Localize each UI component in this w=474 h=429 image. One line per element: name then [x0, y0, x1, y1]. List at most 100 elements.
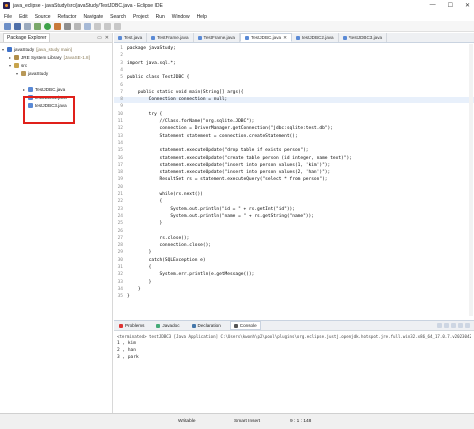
close-panel-icon[interactable]: ✕ — [105, 35, 109, 41]
line-number: 5 — [120, 75, 123, 81]
remove-launch-icon[interactable] — [444, 323, 449, 328]
editor-scrollbar[interactable] — [469, 44, 473, 316]
tree-item-jre[interactable]: ▸ JRE System Library [JavaSE-1.8] — [0, 53, 113, 61]
code-line[interactable]: 20 — [114, 185, 474, 191]
tab-testframe[interactable]: TestFrame.java — [147, 33, 194, 42]
minimize-button[interactable]: — — [430, 2, 436, 9]
code-line[interactable]: 15 statement.executeUpdate("drop table i… — [114, 148, 474, 154]
code-line[interactable]: 8 Connection connection = null; — [114, 97, 474, 104]
package-explorer-tab[interactable]: Package Explorer — [3, 33, 51, 42]
new-icon[interactable] — [4, 22, 11, 30]
tab-testjdbc3[interactable]: *testJDBC3.java — [339, 33, 388, 42]
clear-console-icon[interactable] — [451, 323, 456, 328]
code-line[interactable]: 34 } — [114, 287, 474, 293]
code-area[interactable]: 1 package javaStudy; 2 3 import java.sql.*; 4… — [114, 44, 474, 316]
code-line[interactable]: 17 statement.executeUpdate("insert into … — [114, 163, 474, 169]
code-line[interactable]: 26 — [114, 229, 474, 235]
code-line[interactable]: 16 statement.executeUpdate("create table… — [114, 156, 474, 162]
code-text: } — [127, 250, 152, 256]
code-line[interactable]: 18 statement.executeUpdate("insert into … — [114, 170, 474, 176]
save-all-icon[interactable] — [24, 22, 31, 30]
tab-testjdbc2[interactable]: testJDBC2.java — [292, 33, 339, 42]
search-icon[interactable] — [84, 22, 91, 30]
menu-search[interactable]: Search — [110, 14, 126, 20]
code-text: System.out.println("id = " + rs.getInt("… — [127, 206, 295, 212]
back-icon[interactable] — [104, 22, 111, 30]
pin-console-icon[interactable] — [465, 323, 470, 328]
code-line[interactable]: 22 { — [114, 199, 474, 205]
maximize-button[interactable]: ☐ — [448, 2, 453, 9]
tab-declaration[interactable]: Declaration — [189, 322, 224, 329]
next-annotation-icon[interactable] — [94, 22, 101, 30]
tree-item-src[interactable]: ▾ src — [0, 61, 113, 69]
code-line[interactable]: 14 — [114, 141, 474, 147]
menu-file[interactable]: File — [4, 14, 12, 20]
java-file-icon — [28, 86, 33, 92]
minimize-panel-icon[interactable]: ▭ — [97, 35, 102, 41]
tab-console[interactable]: Console — [229, 321, 261, 330]
tree-item-file-testjdbc[interactable]: ▸ TestJDBC.java — [0, 85, 113, 93]
line-number: 12 — [117, 126, 123, 132]
menu-source[interactable]: Source — [35, 14, 51, 20]
tab-problems[interactable]: Problems — [116, 322, 147, 329]
code-line[interactable]: 19 ResultSet rs = statement.executeQuery… — [114, 177, 474, 183]
close-tab-icon[interactable]: ✕ — [283, 35, 287, 41]
line-number: 18 — [117, 170, 123, 176]
tab-javadoc[interactable]: Javadoc — [153, 322, 182, 329]
console-output-line: 2 , han — [117, 348, 136, 353]
code-line[interactable]: 23 System.out.println("id = " + rs.getIn… — [114, 207, 474, 213]
tree-item-package[interactable]: ▾ javaStudy — [0, 69, 113, 77]
code-line[interactable]: 1 package javaStudy; — [114, 46, 474, 52]
tree-item-project[interactable]: ▾ javaStudy [java_study main] — [0, 45, 113, 53]
code-line[interactable]: 13 Statement statement = connection.crea… — [114, 134, 474, 140]
code-line[interactable]: 7 public static void main(String[] args)… — [114, 90, 474, 96]
menu-navigate[interactable]: Navigate — [83, 14, 103, 20]
code-line[interactable]: 28 connection.close(); — [114, 243, 474, 249]
code-line[interactable]: 27 rs.close(); — [114, 236, 474, 242]
tab-test[interactable]: Test.java — [114, 33, 148, 42]
code-line[interactable]: 2 — [114, 53, 474, 59]
code-line[interactable]: 11 //Class.forName("org.sqlite.JDBC"); — [114, 119, 474, 125]
title-bar: java_eclipse - javaStudy/src/javaStudy/T… — [0, 0, 474, 11]
code-text: { — [127, 199, 163, 205]
debug-icon[interactable] — [34, 22, 41, 30]
new-class-icon[interactable] — [64, 22, 71, 30]
run-icon[interactable] — [44, 22, 51, 30]
forward-icon[interactable] — [114, 22, 121, 30]
menu-project[interactable]: Project — [133, 14, 149, 20]
save-icon[interactable] — [14, 22, 21, 30]
code-line[interactable]: 4 — [114, 68, 474, 74]
code-line[interactable]: 32 System.err.println(e.getMessage()); — [114, 272, 474, 278]
menu-refactor[interactable]: Refactor — [58, 14, 77, 20]
code-line[interactable]: 5 public class TestJDBC { — [114, 75, 474, 81]
code-line[interactable]: 6 — [114, 83, 474, 89]
terminate-icon[interactable] — [437, 323, 442, 328]
code-line[interactable]: 10 try { — [114, 112, 474, 118]
code-line[interactable]: 30 catch(SQLException e) — [114, 258, 474, 264]
tab-testjdbc[interactable]: TestJDBC.java ✕ — [239, 33, 292, 42]
scroll-lock-icon[interactable] — [458, 323, 463, 328]
code-line[interactable]: 3 import java.sql.*; — [114, 61, 474, 67]
external-tools-icon[interactable] — [54, 22, 61, 30]
code-line[interactable]: 12 connection = DriverManager.getConnect… — [114, 126, 474, 132]
tab-label: TestJDBC.java — [250, 35, 282, 40]
code-text: statement.executeUpdate("insert into per… — [127, 170, 331, 176]
code-line[interactable]: 24 System.out.println("name = " + rs.get… — [114, 214, 474, 220]
code-line[interactable]: 29 } — [114, 250, 474, 256]
tab-testframe-2[interactable]: TestFrame.java — [194, 33, 240, 42]
menu-run[interactable]: Run — [156, 14, 165, 20]
open-type-icon[interactable] — [74, 22, 81, 30]
eclipse-icon — [3, 2, 10, 9]
menu-edit[interactable]: Edit — [19, 14, 28, 20]
code-line[interactable]: 9 — [114, 104, 474, 110]
close-button[interactable]: ✕ — [465, 2, 470, 9]
code-line[interactable]: 21 while(rs.next()) — [114, 192, 474, 198]
menu-window[interactable]: Window — [172, 14, 190, 20]
code-line[interactable]: 33 } — [114, 280, 474, 286]
code-line[interactable]: 31 { — [114, 265, 474, 271]
code-line[interactable]: 35} — [114, 294, 474, 300]
code-line[interactable]: 25 } — [114, 221, 474, 227]
line-number: 6 — [120, 82, 123, 88]
line-number: 35 — [117, 294, 123, 300]
menu-help[interactable]: Help — [197, 14, 207, 20]
